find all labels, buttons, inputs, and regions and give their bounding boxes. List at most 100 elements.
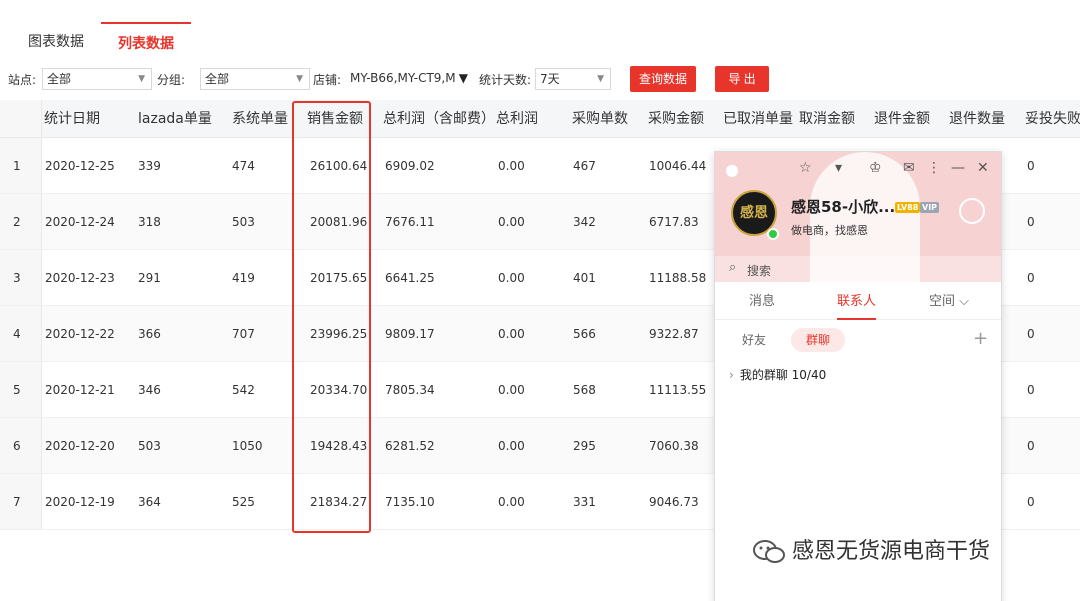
cell-purchase-amount: 10046.44 <box>649 159 707 173</box>
header-profit-with-shipping[interactable]: 总利润（含邮费） <box>383 100 495 138</box>
cell-profit: 0.00 <box>498 383 525 397</box>
search-input[interactable]: ⌕ 搜索 <box>715 256 1001 282</box>
vip-badge: VIP <box>920 202 940 213</box>
cell-profit: 0.00 <box>498 271 525 285</box>
row-index: 3 <box>13 271 21 285</box>
header-date[interactable]: 统计日期 <box>44 100 100 138</box>
signature: 做电商，找感恩 <box>791 224 868 237</box>
wechat-icon <box>753 540 785 563</box>
cell-profit: 0.00 <box>498 439 525 453</box>
tab-chart-data[interactable]: 图表数据 <box>18 22 98 62</box>
clothes-icon[interactable]: ♔ <box>869 160 882 176</box>
cell-delivery-failed: 0 <box>1027 215 1035 229</box>
row-index-cell <box>0 362 42 417</box>
cell-profit: 0.00 <box>498 495 525 509</box>
cell-system: 419 <box>232 271 255 285</box>
cell-system: 525 <box>232 495 255 509</box>
mail-icon[interactable]: ✉ <box>903 160 915 176</box>
cell-profit: 0.00 <box>498 159 525 173</box>
cell-date: 2020-12-21 <box>45 383 115 397</box>
shop-select[interactable]: MY-B66,MY-CT9,M ▼ <box>346 68 474 90</box>
row-index-cell <box>0 474 42 529</box>
search-placeholder: 搜索 <box>747 264 772 278</box>
header-lazada-orders[interactable]: lazada单量 <box>138 100 212 138</box>
group-list-item[interactable]: › 我的群聊 10/40 <box>729 366 826 383</box>
row-index-cell <box>0 194 42 249</box>
header-return-amount[interactable]: 退件金额 <box>874 100 930 138</box>
cell-lazada: 503 <box>138 439 161 453</box>
flame-icon: ● <box>725 160 739 179</box>
tab-contacts[interactable]: 联系人 <box>837 286 877 320</box>
cell-lazada: 366 <box>138 327 161 341</box>
cell-system: 707 <box>232 327 255 341</box>
tab-list-data[interactable]: 列表数据 <box>101 22 191 62</box>
close-icon[interactable]: ✕ <box>977 160 989 176</box>
group-select[interactable]: 全部 ▼ <box>200 68 310 90</box>
index-column-header <box>0 100 42 137</box>
cell-date: 2020-12-22 <box>45 327 115 341</box>
cell-purchase-count: 568 <box>573 383 596 397</box>
online-status-dot <box>767 228 779 240</box>
cell-profit: 0.00 <box>498 215 525 229</box>
cell-purchase-count: 295 <box>573 439 596 453</box>
cell-delivery-failed: 0 <box>1027 495 1035 509</box>
nickname: 感恩58-小欣... <box>791 198 896 216</box>
chevron-right-icon: › <box>729 368 734 382</box>
qq-header: ● ☆ ▾ ♔ ✉ ⋮ — ✕ 感恩 感恩58-小欣... LV88 VIP 做… <box>715 152 1001 282</box>
cell-purchase-amount: 6717.83 <box>649 215 699 229</box>
header-return-count[interactable]: 退件数量 <box>949 100 1005 138</box>
cell-profit-shipping: 9809.17 <box>385 327 435 341</box>
row-index: 4 <box>13 327 21 341</box>
cell-purchase-amount: 11188.58 <box>649 271 707 285</box>
cell-profit-shipping: 6909.02 <box>385 159 435 173</box>
tab-messages[interactable]: 消息 <box>749 286 775 320</box>
query-button[interactable]: 查询数据 <box>630 66 696 92</box>
cell-profit-shipping: 6641.25 <box>385 271 435 285</box>
more-icon[interactable]: ⋮ <box>927 160 941 176</box>
qq-nav-tabs: 消息 联系人 空间 ⌵ <box>715 286 1001 320</box>
sun-icon <box>959 198 985 224</box>
sales-column-highlight <box>292 101 371 533</box>
cell-date: 2020-12-19 <box>45 495 115 509</box>
group-label: 分组: <box>157 73 186 87</box>
header-cancelled-orders[interactable]: 已取消单量 <box>723 100 793 138</box>
level-badge: LV88 <box>895 202 921 213</box>
tab-space[interactable]: 空间 ⌵ <box>929 286 969 320</box>
shirt-icon[interactable]: ▾ <box>835 160 842 176</box>
cell-profit: 0.00 <box>498 327 525 341</box>
row-index: 1 <box>13 159 21 173</box>
cell-purchase-count: 401 <box>573 271 596 285</box>
cell-system: 542 <box>232 383 255 397</box>
row-index-cell <box>0 138 42 193</box>
site-select[interactable]: 全部 ▼ <box>42 68 152 90</box>
export-button[interactable]: 导 出 <box>715 66 769 92</box>
header-cancelled-amount[interactable]: 取消金额 <box>799 100 855 138</box>
minimize-icon[interactable]: — <box>951 160 965 176</box>
chevron-down-icon: ▼ <box>296 74 303 84</box>
subtab-groups[interactable]: 群聊 <box>791 328 845 352</box>
header-delivery-failed[interactable]: 妥投失败 <box>1025 100 1080 138</box>
header-purchase-amount[interactable]: 采购金额 <box>648 100 704 138</box>
star-icon[interactable]: ☆ <box>799 160 812 176</box>
cell-delivery-failed: 0 <box>1027 327 1035 341</box>
header-total-profit[interactable]: 总利润 <box>496 100 538 138</box>
days-select[interactable]: 7天 ▼ <box>535 68 611 90</box>
site-label: 站点: <box>8 73 37 87</box>
cell-purchase-amount: 9322.87 <box>649 327 699 341</box>
row-index: 5 <box>13 383 21 397</box>
cell-delivery-failed: 0 <box>1027 271 1035 285</box>
cell-system: 1050 <box>232 439 263 453</box>
header-purchase-count[interactable]: 采购单数 <box>572 100 628 138</box>
cell-purchase-count: 331 <box>573 495 596 509</box>
chevron-down-icon: ▼ <box>138 74 145 84</box>
cell-lazada: 364 <box>138 495 161 509</box>
site-select-value: 全部 <box>47 72 72 86</box>
wechat-watermark: 感恩无货源电商干货 <box>752 534 990 570</box>
header-system-orders[interactable]: 系统单量 <box>232 100 288 138</box>
cell-profit-shipping: 6281.52 <box>385 439 435 453</box>
cell-purchase-count: 467 <box>573 159 596 173</box>
add-icon[interactable]: + <box>973 328 988 349</box>
subtab-friends[interactable]: 好友 <box>742 328 766 352</box>
search-icon: ⌕ <box>729 260 737 275</box>
cell-delivery-failed: 0 <box>1027 439 1035 453</box>
